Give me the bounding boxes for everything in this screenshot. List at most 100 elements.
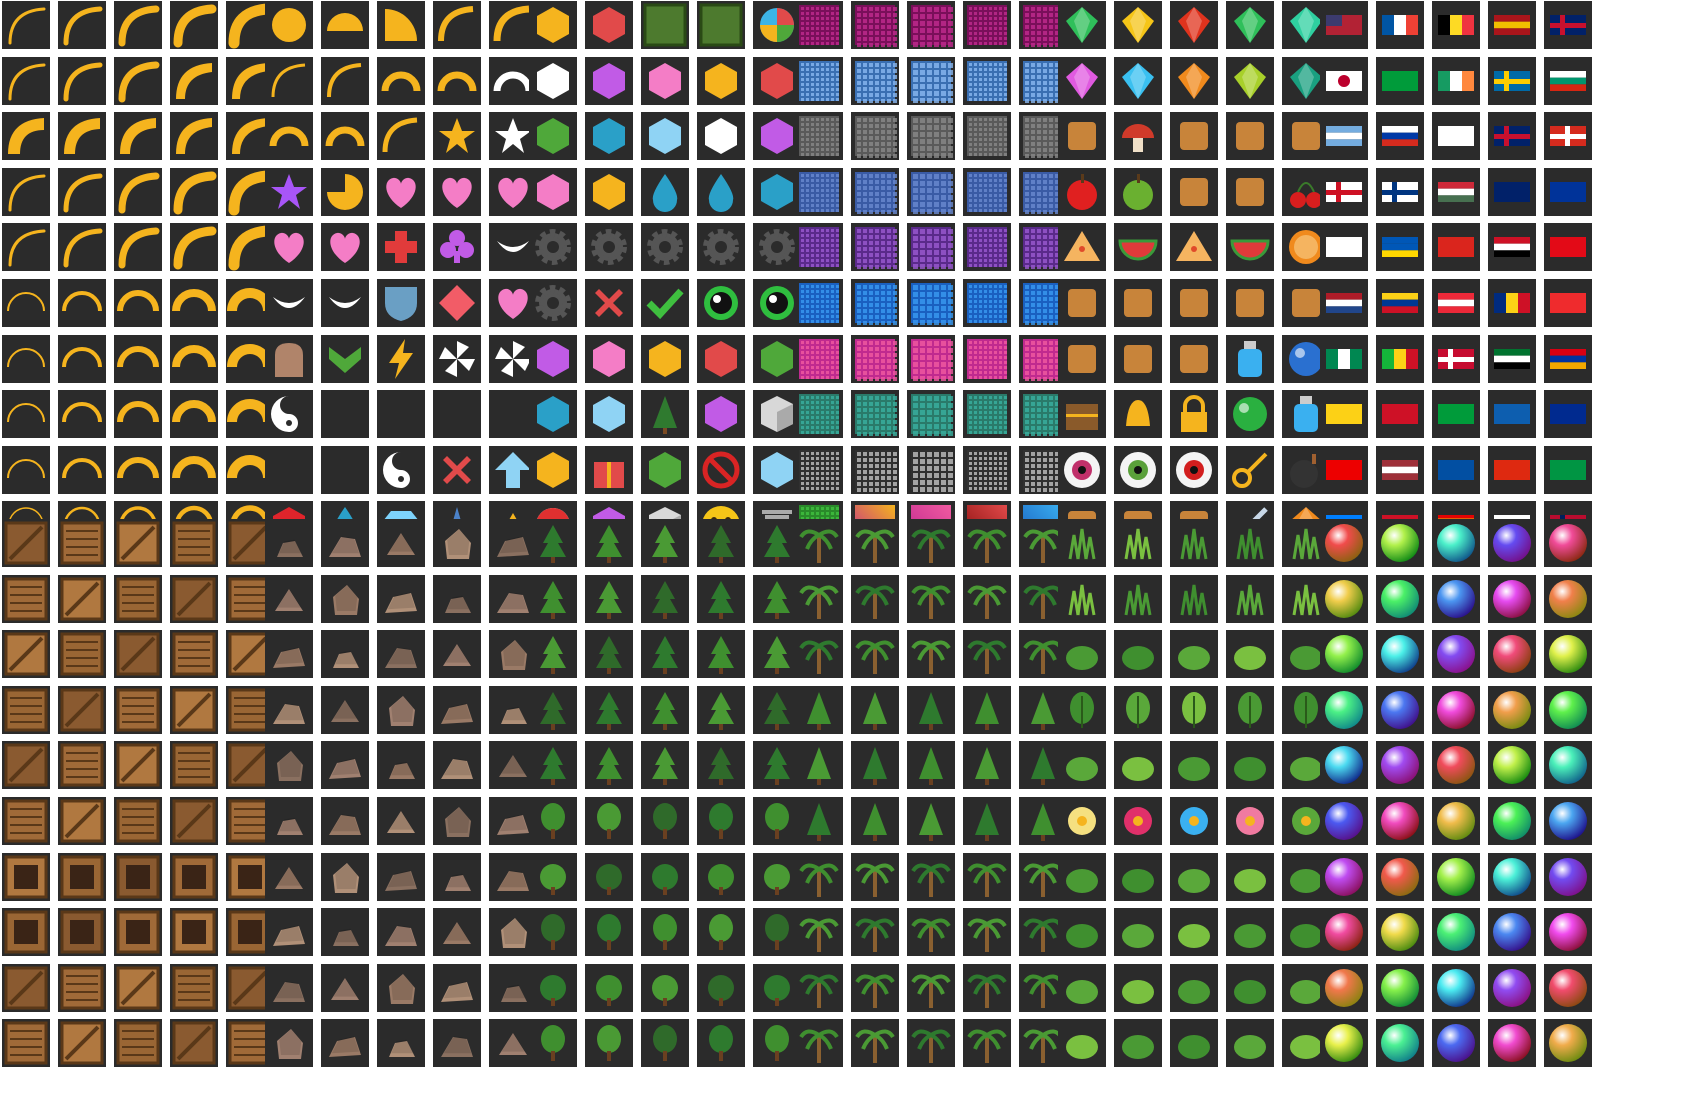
crate-icon[interactable] [2,963,50,1012]
arch-icon[interactable] [377,56,425,105]
heart-icon[interactable] [433,167,481,216]
crescent-icon[interactable] [321,445,369,494]
plant-icon[interactable] [1170,741,1218,790]
flag-ua-icon[interactable] [1376,223,1424,272]
pattern-icon[interactable] [851,334,899,383]
rock-icon[interactable] [433,741,481,790]
curve-icon[interactable] [58,223,106,272]
tree-icon[interactable] [529,685,577,734]
stone-block-icon[interactable] [641,445,689,494]
eyeball-icon[interactable] [1114,445,1162,494]
yin-yang-icon[interactable] [377,445,425,494]
palm-icon[interactable] [963,630,1011,679]
rock-icon[interactable] [321,741,369,790]
tree-icon[interactable] [697,796,745,845]
plant-icon[interactable] [1114,630,1162,679]
palm-icon[interactable] [963,963,1011,1012]
octagon-icon[interactable] [641,112,689,161]
curve-icon[interactable] [170,334,218,383]
orb-icon[interactable] [1376,685,1424,734]
pattern-icon[interactable] [907,1,955,49]
tree-icon[interactable] [585,908,633,957]
tombstone-icon[interactable] [265,334,313,383]
cone-icon[interactable] [697,334,745,383]
tree-icon[interactable] [697,685,745,734]
crate-icon[interactable] [58,741,106,790]
crescent-icon[interactable] [321,390,369,439]
rock-icon[interactable] [321,1019,369,1068]
rock-icon[interactable] [321,685,369,734]
hexagon-icon[interactable] [529,112,577,161]
arc-icon[interactable] [321,56,369,105]
orb-icon[interactable] [1544,574,1592,623]
palm-icon[interactable] [963,741,1011,790]
curve-icon[interactable] [114,445,162,494]
plant-icon[interactable] [1114,1019,1162,1068]
pattern-icon[interactable] [851,223,899,272]
palm-icon[interactable] [795,630,843,679]
orb-icon[interactable] [1320,852,1368,901]
crate-icon[interactable] [2,741,50,790]
crate-icon[interactable] [2,630,50,679]
heart-icon[interactable] [321,223,369,272]
gem-green-icon[interactable] [1058,1,1106,49]
tree-icon[interactable] [641,630,689,679]
heart-icon[interactable] [377,167,425,216]
orb-icon[interactable] [1488,963,1536,1012]
flag-co-icon[interactable] [1376,278,1424,327]
pattern-icon[interactable] [795,167,843,216]
tree-icon[interactable] [641,1019,689,1068]
pattern-icon[interactable] [907,223,955,272]
curve-icon[interactable] [58,112,106,161]
palm-icon[interactable] [907,519,955,567]
crate-icon[interactable] [114,908,162,957]
gear-icon[interactable] [641,223,689,272]
crate-icon[interactable] [114,519,162,567]
orb-icon[interactable] [1432,852,1480,901]
flag-fi-icon[interactable] [1376,167,1424,216]
screen-icon[interactable] [1114,334,1162,383]
rock-icon[interactable] [265,630,313,679]
rock-icon[interactable] [433,908,481,957]
palm-icon[interactable] [851,963,899,1012]
tree-icon[interactable] [585,685,633,734]
flag-kp-icon[interactable] [1432,445,1480,494]
tree-icon[interactable] [585,574,633,623]
orb-icon[interactable] [1432,1019,1480,1068]
pattern-icon[interactable] [907,278,955,327]
tree-icon[interactable] [529,741,577,790]
egg-icon[interactable] [1058,278,1106,327]
orb-icon[interactable] [1488,519,1536,567]
tree-icon[interactable] [753,574,801,623]
tree-icon[interactable] [529,796,577,845]
palm-icon[interactable] [907,574,955,623]
curve-icon[interactable] [114,56,162,105]
pattern-icon[interactable] [795,1,843,49]
orb-icon[interactable] [1432,908,1480,957]
rock-icon[interactable] [321,796,369,845]
plant-icon[interactable] [1114,852,1162,901]
orb-icon[interactable] [1376,796,1424,845]
crate-icon[interactable] [114,852,162,901]
flag-bf-icon[interactable] [1544,278,1592,327]
plant-icon[interactable] [1114,685,1162,734]
dice-five-icon[interactable] [585,390,633,439]
curve-icon[interactable] [58,56,106,105]
plant-icon[interactable] [1226,630,1274,679]
pattern-icon[interactable] [795,445,843,494]
crescent-icon[interactable] [433,390,481,439]
palm-icon[interactable] [795,685,843,734]
tree-icon[interactable] [753,1019,801,1068]
plant-icon[interactable] [1170,630,1218,679]
tree-icon[interactable] [697,741,745,790]
plant-icon[interactable] [1114,519,1162,567]
pattern-icon[interactable] [851,167,899,216]
diamond-pink-icon[interactable] [1058,56,1106,105]
rock-icon[interactable] [377,685,425,734]
plant-icon[interactable] [1170,1019,1218,1068]
palm-icon[interactable] [907,1019,955,1068]
tree-icon[interactable] [529,963,577,1012]
rock-icon[interactable] [377,963,425,1012]
half-circle-icon[interactable] [321,1,369,49]
pattern-icon[interactable] [795,278,843,327]
